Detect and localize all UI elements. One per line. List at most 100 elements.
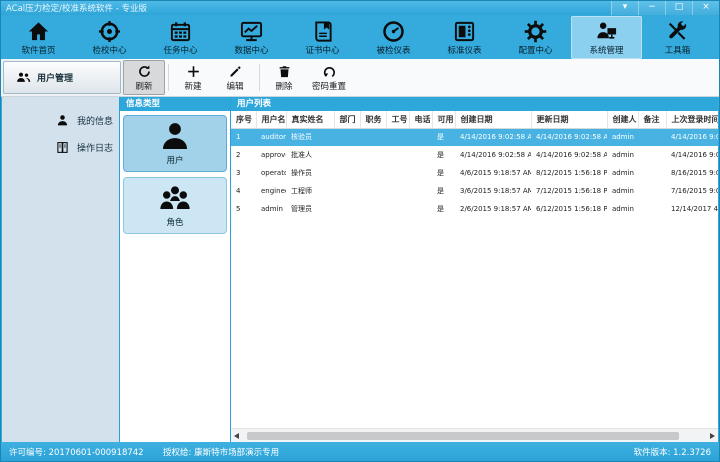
user-table-wrap: 序号用户名真实姓名部门职务工号电话可用创建日期更新日期创建人备注上次登录时间1a… <box>231 111 718 428</box>
table-cell: 7/16/2015 9:0 <box>666 182 718 200</box>
table-cell <box>334 164 360 182</box>
horizontal-scrollbar[interactable] <box>231 428 718 442</box>
ribbon-item-calibration-center[interactable]: 检校中心 <box>74 16 145 59</box>
table-row[interactable]: 2approver批准人是4/14/2016 9:02:58 AM4/14/20… <box>231 146 718 164</box>
users-icon <box>16 70 31 85</box>
table-cell <box>360 146 386 164</box>
table-row[interactable]: 4engineer工程师是3/6/2015 9:18:57 AM7/12/201… <box>231 182 718 200</box>
column-header[interactable]: 真实姓名 <box>286 111 334 128</box>
ribbon-item-config-center[interactable]: 配置中心 <box>500 16 571 59</box>
column-header[interactable]: 部门 <box>334 111 360 128</box>
scrollbar-thumb[interactable] <box>247 432 679 440</box>
new-button[interactable]: 新建 <box>172 60 214 95</box>
edit-button[interactable]: 编辑 <box>214 60 256 95</box>
table-cell: 是 <box>432 182 455 200</box>
module-header-label: 用户管理 <box>37 71 73 84</box>
table-cell: admin <box>607 128 638 146</box>
table-cell: 核验员 <box>286 128 334 146</box>
column-header[interactable]: 用户名 <box>256 111 286 128</box>
table-row[interactable]: 5admin管理员是2/6/2015 9:18:57 AM6/12/2015 1… <box>231 200 718 218</box>
user-computer-icon <box>595 20 618 43</box>
license-info: 许可编号: 20170601-000918742 授权给: 康斯特市场部演示专用 <box>9 446 279 458</box>
card-role[interactable]: 角色 <box>123 177 227 234</box>
toolbar-separator <box>259 64 260 91</box>
ribbon-item-certificate-center[interactable]: 证书中心 <box>287 16 358 59</box>
ribbon-item-data-center[interactable]: 数据中心 <box>216 16 287 59</box>
table-row[interactable]: 3operator操作员是4/6/2015 9:18:57 AM8/12/201… <box>231 164 718 182</box>
info-type-cards: 用户 角色 <box>120 111 230 238</box>
ribbon-item-test-gauges[interactable]: 被检仪表 <box>358 16 429 59</box>
gear-icon <box>524 20 547 43</box>
column-header[interactable]: 职务 <box>360 111 386 128</box>
titlebar: ACal压力检定/校准系统软件 - 专业版 ▾ − □ × <box>1 1 719 15</box>
table-cell: admin <box>607 200 638 218</box>
ribbon-item-task-center[interactable]: 任务中心 <box>145 16 216 59</box>
refresh-button[interactable]: 刷新 <box>123 60 165 95</box>
table-cell <box>334 146 360 164</box>
table-cell: 操作员 <box>286 164 334 182</box>
minimize-button[interactable]: − <box>638 1 665 15</box>
calendar-icon <box>169 20 192 43</box>
table-cell <box>334 128 360 146</box>
table-cell: 8/16/2015 9:0 <box>666 164 718 182</box>
table-cell: 5 <box>231 200 256 218</box>
column-header[interactable]: 上次登录时间 <box>666 111 718 128</box>
user-list-panel: 用户列表 序号用户名真实姓名部门职务工号电话可用创建日期更新日期创建人备注上次登… <box>231 97 718 442</box>
version-label: 软件版本: <box>634 448 671 458</box>
table-cell <box>386 128 409 146</box>
column-header[interactable]: 序号 <box>231 111 256 128</box>
table-cell: admin <box>607 146 638 164</box>
trash-icon <box>277 64 292 79</box>
table-cell: 3 <box>231 164 256 182</box>
window-title: ACal压力检定/校准系统软件 - 专业版 <box>1 2 147 14</box>
sidebar-item-operation-log[interactable]: 操作日志 <box>2 134 119 161</box>
table-cell <box>334 182 360 200</box>
table-cell: 4/14/2016 9:02:58 AM <box>531 146 607 164</box>
monitor-chart-icon <box>240 20 263 43</box>
table-cell <box>638 146 666 164</box>
tools-icon <box>666 20 689 43</box>
ribbon-item-toolbox[interactable]: 工具箱 <box>642 16 713 59</box>
table-header-row: 序号用户名真实姓名部门职务工号电话可用创建日期更新日期创建人备注上次登录时间 <box>231 111 718 128</box>
table-cell: 4/14/2016 9:02:58 AM <box>455 146 531 164</box>
target-icon <box>98 20 121 43</box>
sidebar-item-my-info[interactable]: 我的信息 <box>2 107 119 134</box>
column-header[interactable]: 更新日期 <box>531 111 607 128</box>
toolbar-separator <box>168 64 169 91</box>
table-cell <box>409 164 432 182</box>
card-user[interactable]: 用户 <box>123 115 227 172</box>
scroll-right-arrow[interactable] <box>710 433 715 439</box>
close-button[interactable]: × <box>692 1 719 15</box>
table-cell: 是 <box>432 146 455 164</box>
pencil-icon <box>228 64 243 79</box>
table-row[interactable]: 1auditor核验员是4/14/2016 9:02:58 AM4/14/201… <box>231 128 718 146</box>
ribbon-item-home[interactable]: 软件首页 <box>3 16 74 59</box>
column-header[interactable]: 备注 <box>638 111 666 128</box>
ribbon-item-standard-instruments[interactable]: 标准仪表 <box>429 16 500 59</box>
table-cell: 4/14/2016 9:0 <box>666 146 718 164</box>
table-cell: 12/14/2017 4 <box>666 200 718 218</box>
scroll-left-arrow[interactable] <box>234 433 239 439</box>
skin-button[interactable]: ▾ <box>611 1 638 15</box>
table-cell <box>360 164 386 182</box>
delete-button[interactable]: 删除 <box>263 60 305 95</box>
password-reset-button[interactable]: 密码重置 <box>305 60 353 95</box>
maximize-button[interactable]: □ <box>665 1 692 15</box>
table-cell: 管理员 <box>286 200 334 218</box>
plus-icon <box>186 64 201 79</box>
column-header[interactable]: 工号 <box>386 111 409 128</box>
table-cell: 是 <box>432 164 455 182</box>
person-icon <box>56 114 69 127</box>
column-header[interactable]: 电话 <box>409 111 432 128</box>
column-header[interactable]: 创建人 <box>607 111 638 128</box>
column-header[interactable]: 可用 <box>432 111 455 128</box>
column-header[interactable]: 创建日期 <box>455 111 531 128</box>
roles-group-icon <box>158 183 192 215</box>
ribbon-item-system-management[interactable]: 系统管理 <box>571 16 642 59</box>
table-cell: 7/12/2015 1:56:18 PM <box>531 182 607 200</box>
module-header-user-management[interactable]: 用户管理 <box>3 61 121 94</box>
home-icon <box>27 20 50 43</box>
table-cell: 是 <box>432 128 455 146</box>
table-cell <box>638 200 666 218</box>
table-cell <box>638 164 666 182</box>
